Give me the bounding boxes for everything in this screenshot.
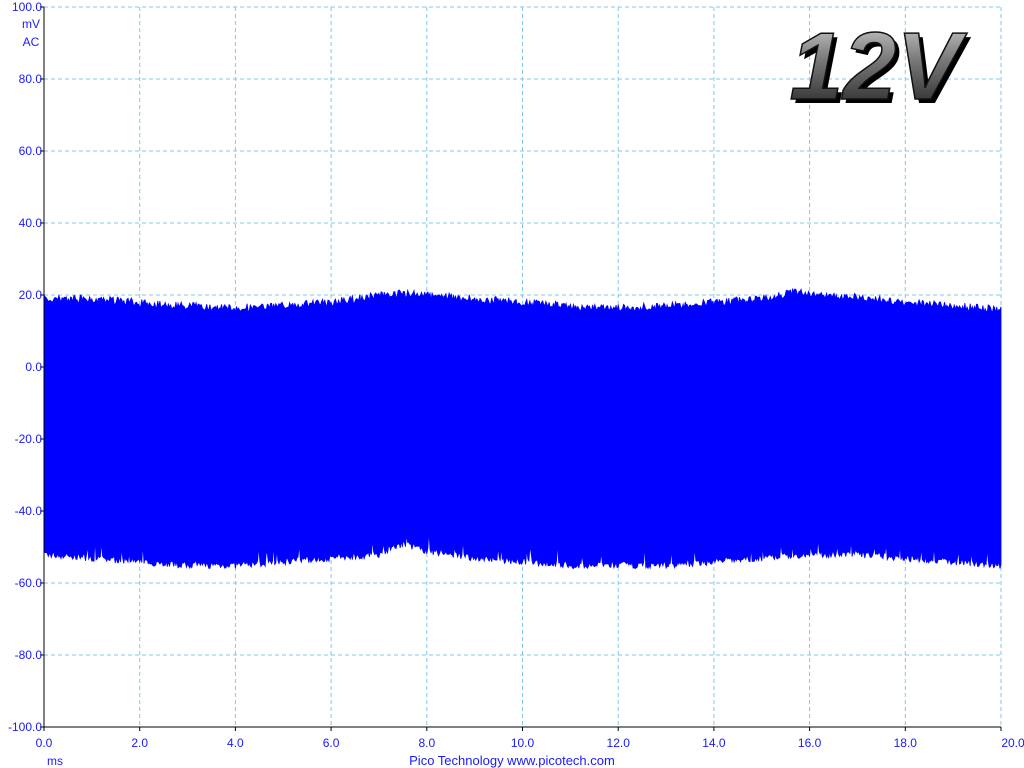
y-tick-label: 80.0 [19, 72, 43, 86]
x-tick-label: 8.0 [418, 736, 435, 750]
x-tick-label: 18.0 [894, 736, 918, 750]
y-tick-label: 40.0 [19, 216, 43, 230]
y-tick-label: -80.0 [15, 648, 43, 662]
y-unit-label: mV [22, 17, 40, 31]
y-coupling-label: AC [23, 35, 40, 49]
waveform-band [43, 288, 1002, 570]
x-unit-label: ms [47, 754, 63, 768]
x-tick-label: 4.0 [227, 736, 244, 750]
x-tick-label: 6.0 [323, 736, 340, 750]
y-tick-label: -20.0 [15, 432, 43, 446]
y-tick-label: 60.0 [19, 144, 43, 158]
y-tick-label: 0.0 [25, 360, 42, 374]
y-tick-label: -40.0 [15, 504, 43, 518]
x-tick-label: 10.0 [511, 736, 535, 750]
x-tick-label: 0.0 [36, 736, 53, 750]
y-tick-label: -60.0 [15, 576, 43, 590]
y-tick-label: 20.0 [19, 288, 43, 302]
oscilloscope-chart: 100.0 80.0 60.0 40.0 20.0 0.0 -20.0 -40.0 -60.0 -… [0, 0, 1024, 768]
footer-credit: Pico Technology www.picotech.com [409, 753, 615, 768]
voltage-badge-text: 12V [790, 13, 968, 120]
y-tick-label: -100.0 [8, 720, 42, 734]
waveform-trace [43, 288, 1002, 570]
voltage-badge: 12V 12V [789, 12, 972, 124]
x-tick-label: 20.0 [1001, 736, 1024, 750]
y-tick-label: 100.0 [12, 0, 42, 14]
x-tick-label: 16.0 [798, 736, 822, 750]
x-tick-label: 14.0 [702, 736, 726, 750]
x-tick-label: 12.0 [607, 736, 631, 750]
x-tick-label: 2.0 [131, 736, 148, 750]
